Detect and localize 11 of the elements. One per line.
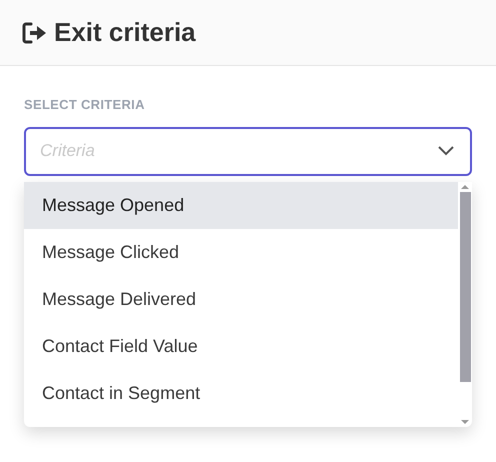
- dropdown-option[interactable]: Message Delivered: [24, 276, 458, 322]
- dropdown-option[interactable]: Contact Field Value: [24, 322, 458, 370]
- dropdown-option[interactable]: Message Clicked: [24, 228, 458, 276]
- dropdown-option[interactable]: Contact in Segment: [24, 370, 458, 416]
- dropdown-option[interactable]: Message Opened: [24, 182, 458, 228]
- exit-icon: [22, 22, 48, 44]
- scroll-up-icon[interactable]: [461, 184, 469, 190]
- chevron-down-icon: [438, 146, 454, 156]
- field-label: SELECT CRITERIA: [24, 96, 146, 114]
- scroll-down-icon[interactable]: [461, 418, 469, 424]
- page-title: Exit criteria: [54, 16, 196, 49]
